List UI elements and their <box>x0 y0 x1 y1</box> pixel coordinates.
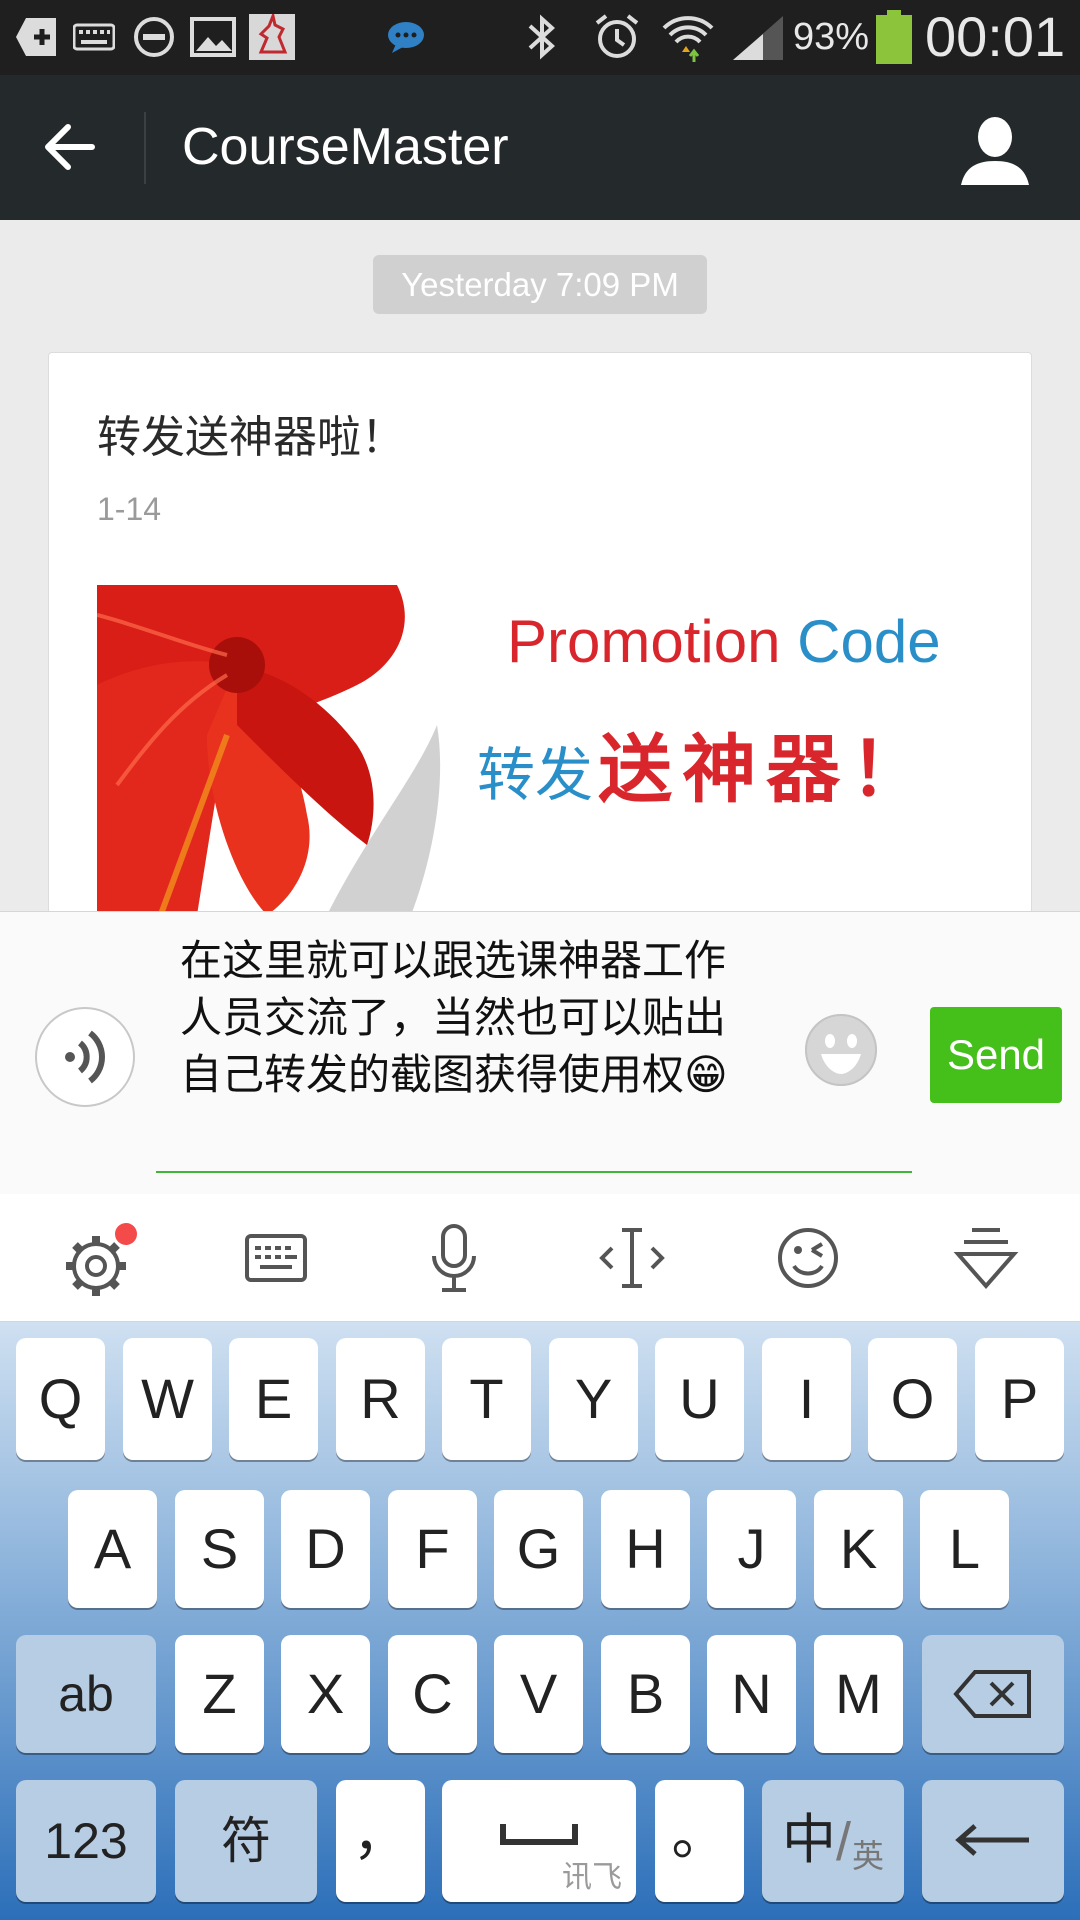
settings-button[interactable] <box>60 1222 137 1296</box>
key-n[interactable]: N <box>707 1635 796 1753</box>
backspace-key[interactable] <box>922 1635 1064 1753</box>
app-bar-divider <box>144 112 146 184</box>
signal-icon <box>730 12 786 62</box>
key-s[interactable]: S <box>175 1490 264 1608</box>
key-t[interactable]: T <box>442 1338 531 1460</box>
banner-subtitle: 转发 送神器！ <box>477 710 934 817</box>
key-e[interactable]: E <box>229 1338 318 1460</box>
status-clock: 00:01 <box>925 5 1066 68</box>
page-title: CourseMaster <box>182 118 509 176</box>
status-bar: 93% 00:01 <box>0 0 1080 75</box>
banner-sub-forward: 转发 <box>477 741 594 809</box>
key-g[interactable]: G <box>494 1490 583 1608</box>
banner-title-code: Code <box>797 608 941 675</box>
key-k[interactable]: K <box>814 1490 903 1608</box>
wink-emoji-icon <box>778 1228 838 1288</box>
emoticon-button[interactable] <box>772 1222 844 1294</box>
key-f[interactable]: F <box>388 1490 477 1608</box>
cursor-button[interactable] <box>596 1222 668 1294</box>
key-o[interactable]: O <box>868 1338 957 1460</box>
period-key[interactable]: 。 <box>655 1780 744 1902</box>
voice-input-button[interactable] <box>35 1007 135 1107</box>
key-u[interactable]: U <box>655 1338 744 1460</box>
numbers-key[interactable]: 123 <box>16 1780 156 1902</box>
settings-icon <box>66 1223 137 1296</box>
profile-button[interactable] <box>955 113 1035 188</box>
keyboard-toolbar <box>0 1194 1080 1322</box>
battery-icon <box>875 10 913 64</box>
key-c[interactable]: C <box>388 1635 477 1753</box>
keyboard-toggle-icon <box>245 1234 307 1282</box>
comma-key[interactable]: ， <box>336 1780 425 1902</box>
key-b[interactable]: B <box>601 1635 690 1753</box>
collapse-keyboard-button[interactable] <box>950 1222 1022 1294</box>
emoji-icon <box>805 1014 877 1086</box>
key-w[interactable]: W <box>123 1338 212 1460</box>
language-alt-label: 英 <box>852 1838 885 1874</box>
banner-sub-gift: 送神器！ <box>598 727 935 813</box>
banner-title-promotion: Promotion <box>507 608 781 675</box>
key-p[interactable]: P <box>975 1338 1064 1460</box>
message-timestamp: Yesterday 7:09 PM <box>373 255 707 314</box>
key-v[interactable]: V <box>494 1635 583 1753</box>
key-i[interactable]: I <box>762 1338 851 1460</box>
message-input[interactable]: 在这里就可以跟选课神器工作人员交流了，当然也可以贴出自己转发的截图获得使用权😁 <box>180 932 765 1103</box>
profile-icon <box>961 117 1029 185</box>
image-icon <box>190 12 236 62</box>
key-x[interactable]: X <box>281 1635 370 1753</box>
promotion-banner: Promotion Code 转发 送神器！ <box>97 585 987 923</box>
cursor-icon <box>599 1228 665 1288</box>
back-arrow-icon <box>45 124 95 170</box>
key-m[interactable]: M <box>814 1635 903 1753</box>
message-composer: 在这里就可以跟选课神器工作人员交流了，当然也可以贴出自己转发的截图获得使用权😁 … <box>0 911 1080 1195</box>
emoji-button[interactable] <box>805 1014 877 1086</box>
back-button[interactable] <box>30 105 115 190</box>
article-card[interactable]: 转发送神器啦！ 1-14 Promotion Code 转发 送神器！ <box>48 352 1032 924</box>
space-key-brand: 讯飞 <box>562 1861 622 1894</box>
chat-bubble-icon <box>384 12 428 62</box>
card-date: 1-14 <box>97 491 162 527</box>
keyboard-icon <box>72 12 116 62</box>
language-main-label: 中 <box>782 1810 836 1870</box>
key-d[interactable]: D <box>281 1490 370 1608</box>
keyboard-toggle-button[interactable] <box>240 1222 312 1294</box>
space-key[interactable]: 讯飞 <box>442 1780 636 1902</box>
symbols-key[interactable]: 符 <box>175 1780 317 1902</box>
battery-percent: 93% <box>793 16 870 58</box>
key-h[interactable]: H <box>601 1490 690 1608</box>
unicorn-app-icon <box>248 12 296 62</box>
card-title: 转发送神器啦！ <box>97 412 405 463</box>
shift-key[interactable]: ab <box>16 1635 156 1753</box>
language-key[interactable]: 中 / 英 <box>762 1780 904 1902</box>
key-z[interactable]: Z <box>175 1635 264 1753</box>
key-l[interactable]: L <box>920 1490 1009 1608</box>
message-input-underline <box>156 1171 912 1173</box>
alarm-icon <box>592 12 642 62</box>
wifi-icon <box>660 12 716 62</box>
bluetooth-icon <box>520 12 564 62</box>
backspace-icon <box>953 1670 1031 1718</box>
send-button[interactable]: Send <box>930 1007 1062 1103</box>
language-separator: / <box>836 1812 852 1872</box>
key-q[interactable]: Q <box>16 1338 105 1460</box>
do-not-disturb-icon <box>132 12 176 62</box>
collapse-icon <box>953 1228 1019 1290</box>
key-a[interactable]: A <box>68 1490 157 1608</box>
app-bar: CourseMaster <box>0 75 1080 220</box>
microphone-icon <box>432 1224 476 1292</box>
voice-icon <box>65 1030 105 1084</box>
enter-icon <box>955 1824 1029 1856</box>
space-bar-icon <box>500 1824 578 1845</box>
key-y[interactable]: Y <box>549 1338 638 1460</box>
enter-key[interactable] <box>922 1780 1064 1902</box>
keyboard: Q W E R T Y U I O P A S D F G H J K L ab… <box>0 1322 1080 1920</box>
banner-title: Promotion Code <box>507 607 941 676</box>
microphone-button[interactable] <box>418 1222 490 1294</box>
key-r[interactable]: R <box>336 1338 425 1460</box>
key-j[interactable]: J <box>707 1490 796 1608</box>
add-box-icon <box>15 12 59 62</box>
